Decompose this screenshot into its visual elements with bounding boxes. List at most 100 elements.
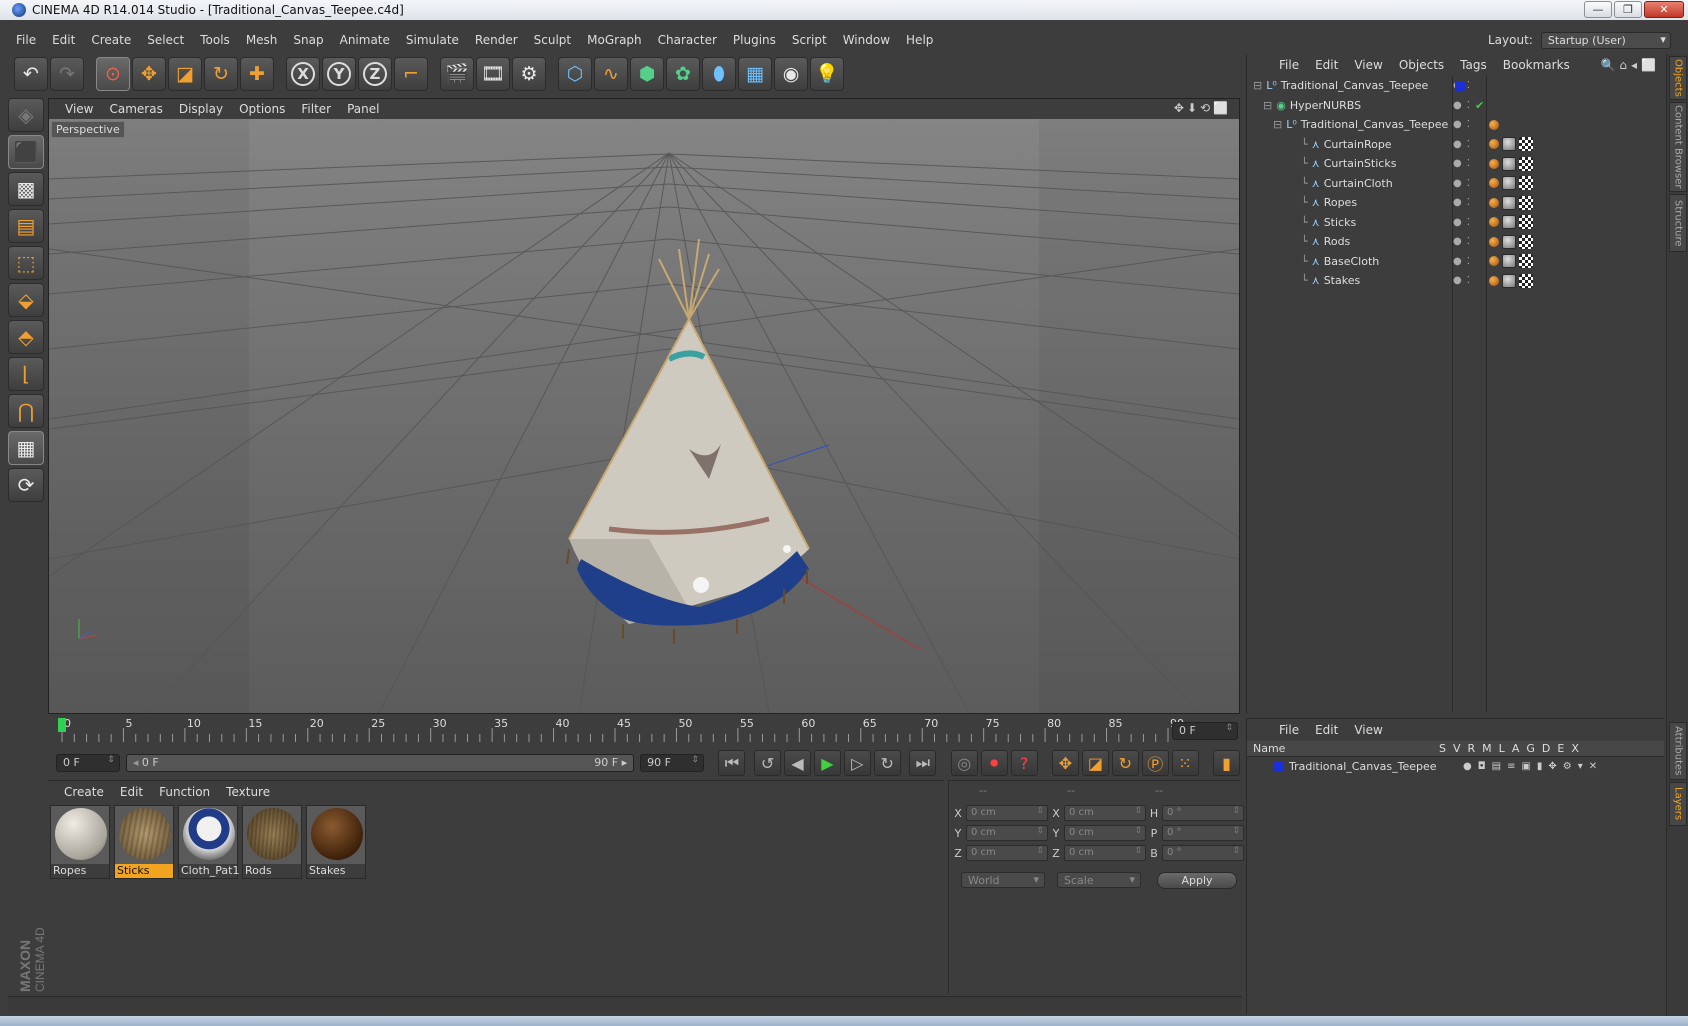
menu-mesh[interactable]: Mesh — [238, 33, 286, 47]
material-tag-icon[interactable] — [1502, 137, 1516, 151]
material-menu-edit[interactable]: Edit — [112, 785, 151, 799]
size-y-field[interactable]: 0 cm — [1064, 825, 1146, 841]
timeline-layout-icon[interactable]: ▮ — [1213, 750, 1240, 776]
points-mode-icon[interactable]: ⬚ — [8, 246, 44, 280]
polygons-mode-icon[interactable]: ⬘ — [8, 320, 44, 354]
go-to-end-icon[interactable]: ⏭ — [909, 750, 937, 776]
move-tool-icon[interactable]: ✥ — [132, 56, 166, 91]
phong-tag-icon[interactable] — [1489, 158, 1499, 169]
go-to-start-icon[interactable]: ⏮ — [718, 750, 746, 776]
phong-tag-icon[interactable] — [1489, 236, 1499, 247]
z-axis-lock-icon[interactable]: Z — [358, 56, 392, 91]
layout-dropdown[interactable]: Startup (User) — [1540, 31, 1671, 49]
x-axis-lock-icon[interactable]: X — [286, 56, 320, 91]
object-row[interactable]: └ ⋏ BaseCloth ●⁚ — [1247, 252, 1665, 271]
uvw-tag-icon[interactable] — [1519, 234, 1533, 249]
size-x-field[interactable]: 0 cm — [1064, 805, 1146, 821]
material-tag-icon[interactable] — [1502, 215, 1516, 229]
object-row[interactable]: └ ⋏ CurtainRope ●⁚ — [1247, 135, 1665, 154]
next-frame-icon[interactable]: ▷ — [843, 750, 871, 776]
object-menu-file[interactable]: File — [1271, 58, 1307, 72]
material-swatch-sticks[interactable]: Sticks — [114, 805, 174, 879]
rotation-b-field[interactable]: 0 ° — [1162, 845, 1244, 861]
object-row[interactable]: └ ⋏ CurtainSticks ●⁚ — [1247, 154, 1665, 173]
enabled-check-icon[interactable]: ✔ — [1475, 99, 1484, 112]
viewport-menu-display[interactable]: Display — [171, 102, 231, 116]
object-menu-tags[interactable]: Tags — [1452, 58, 1495, 72]
position-y-field[interactable]: 0 cm — [966, 825, 1048, 841]
model-mode-icon[interactable]: ⬛ — [8, 135, 44, 169]
menu-select[interactable]: Select — [139, 33, 192, 47]
key-scale-icon[interactable]: ◪ — [1081, 750, 1109, 776]
expand-toggle-icon[interactable]: ⊟ — [1263, 99, 1272, 112]
workplane-lock-icon[interactable]: ▦ — [8, 431, 44, 465]
layer-menu-view[interactable]: View — [1346, 723, 1390, 737]
visibility-toggle-icon[interactable]: ●⁚ — [1453, 158, 1475, 169]
layer-toggle-icons[interactable]: ●◘▤≡▣▮✥⚙▾✕ — [1463, 761, 1603, 772]
object-row[interactable]: ⊟ L⁰Traditional_Canvas_Teepee ●⁚ — [1247, 115, 1665, 134]
visibility-toggle-icon[interactable]: ●⁚ — [1453, 119, 1475, 130]
current-frame-field[interactable]: 0 F ⇕ — [1172, 722, 1238, 740]
cube-primitive-icon[interactable]: ⬡ — [558, 56, 592, 91]
visibility-toggle-icon[interactable]: ●⁚ — [1453, 178, 1475, 189]
material-tag-icon[interactable] — [1502, 234, 1516, 249]
previous-key-icon[interactable]: ↺ — [754, 750, 782, 776]
menu-sculpt[interactable]: Sculpt — [526, 33, 579, 47]
menu-animate[interactable]: Animate — [332, 33, 398, 47]
viewport-menu-filter[interactable]: Filter — [293, 102, 339, 116]
menu-edit[interactable]: Edit — [44, 33, 83, 47]
minimize-button[interactable]: — — [1584, 1, 1612, 18]
nurbs-icon[interactable]: ⬢ — [630, 56, 664, 91]
uvw-tag-icon[interactable] — [1519, 254, 1533, 268]
next-key-icon[interactable]: ↻ — [873, 750, 901, 776]
recent-tool-icon[interactable]: ✚ — [240, 56, 274, 91]
menu-snap[interactable]: Snap — [285, 33, 331, 47]
material-tag-icon[interactable] — [1502, 254, 1516, 268]
material-tag-icon[interactable] — [1502, 273, 1516, 288]
rotation-p-field[interactable]: 0 ° — [1162, 825, 1244, 841]
previous-frame-icon[interactable]: ◀ — [784, 750, 811, 776]
phong-tag-icon[interactable] — [1489, 256, 1499, 266]
phong-tag-icon[interactable] — [1489, 197, 1499, 208]
uvw-tag-icon[interactable] — [1519, 215, 1533, 229]
uvw-tag-icon[interactable] — [1519, 273, 1533, 288]
start-frame-field[interactable]: 0 F ⇕ — [56, 754, 120, 772]
menu-help[interactable]: Help — [898, 33, 941, 47]
workplane-mode-icon[interactable]: ▤ — [8, 209, 44, 243]
visibility-toggle-icon[interactable]: ●⁚ — [1453, 100, 1475, 111]
phong-tag-icon[interactable] — [1489, 275, 1499, 286]
material-swatch-stakes[interactable]: Stakes — [306, 805, 366, 879]
expand-toggle-icon[interactable]: ⊟ — [1253, 79, 1262, 92]
material-swatch-ropes[interactable]: Ropes — [50, 805, 110, 879]
phong-tag-icon[interactable] — [1489, 139, 1499, 149]
material-menu-function[interactable]: Function — [151, 785, 218, 799]
expand-toggle-icon[interactable]: ⊟ — [1273, 118, 1282, 131]
layer-row[interactable]: Traditional_Canvas_Teepee ●◘▤≡▣▮✥⚙▾✕ — [1247, 757, 1664, 775]
object-manager-nav-icons[interactable]: 🔍⌂◂⬜ — [1600, 58, 1660, 72]
visibility-toggle-icon[interactable]: ●⁚ — [1453, 256, 1475, 267]
menu-window[interactable]: Window — [835, 33, 898, 47]
object-row[interactable]: └ ⋏ CurtainCloth ●⁚ — [1247, 174, 1665, 193]
camera-icon[interactable]: ◉ — [774, 56, 808, 91]
material-swatch-cloth-pat1[interactable]: Cloth_Pat1 — [178, 805, 239, 879]
rotate-tool-icon[interactable]: ↻ — [204, 56, 238, 91]
tab-objects[interactable]: Objects — [1669, 56, 1687, 100]
redo-icon[interactable]: ↷ — [50, 56, 84, 91]
visibility-toggle-icon[interactable]: ●⁚ — [1453, 236, 1475, 247]
close-button[interactable]: ✕ — [1644, 1, 1684, 18]
tab-attributes[interactable]: Attributes — [1669, 722, 1687, 780]
object-row[interactable]: └ ⋏ Rods ●⁚ — [1247, 232, 1665, 251]
material-tag-icon[interactable] — [1502, 176, 1516, 190]
make-editable-icon[interactable]: ◈ — [8, 98, 44, 132]
visibility-toggle-icon[interactable]: ●⁚ — [1453, 275, 1475, 286]
viewport-menu-cameras[interactable]: Cameras — [101, 102, 170, 116]
menu-simulate[interactable]: Simulate — [398, 33, 467, 47]
object-row[interactable]: ⊟ ◉ HyperNURBS ●⁚ ✔ — [1247, 96, 1665, 115]
menu-plugins[interactable]: Plugins — [725, 33, 784, 47]
coordinate-system-icon[interactable]: ⌐ — [394, 56, 428, 91]
restore-button[interactable]: ❐ — [1614, 1, 1642, 18]
menu-mograph[interactable]: MoGraph — [579, 33, 650, 47]
material-menu-texture[interactable]: Texture — [218, 785, 278, 799]
scale-mode-dropdown[interactable]: Scale — [1057, 872, 1141, 888]
layer-menu-file[interactable]: File — [1271, 723, 1307, 737]
